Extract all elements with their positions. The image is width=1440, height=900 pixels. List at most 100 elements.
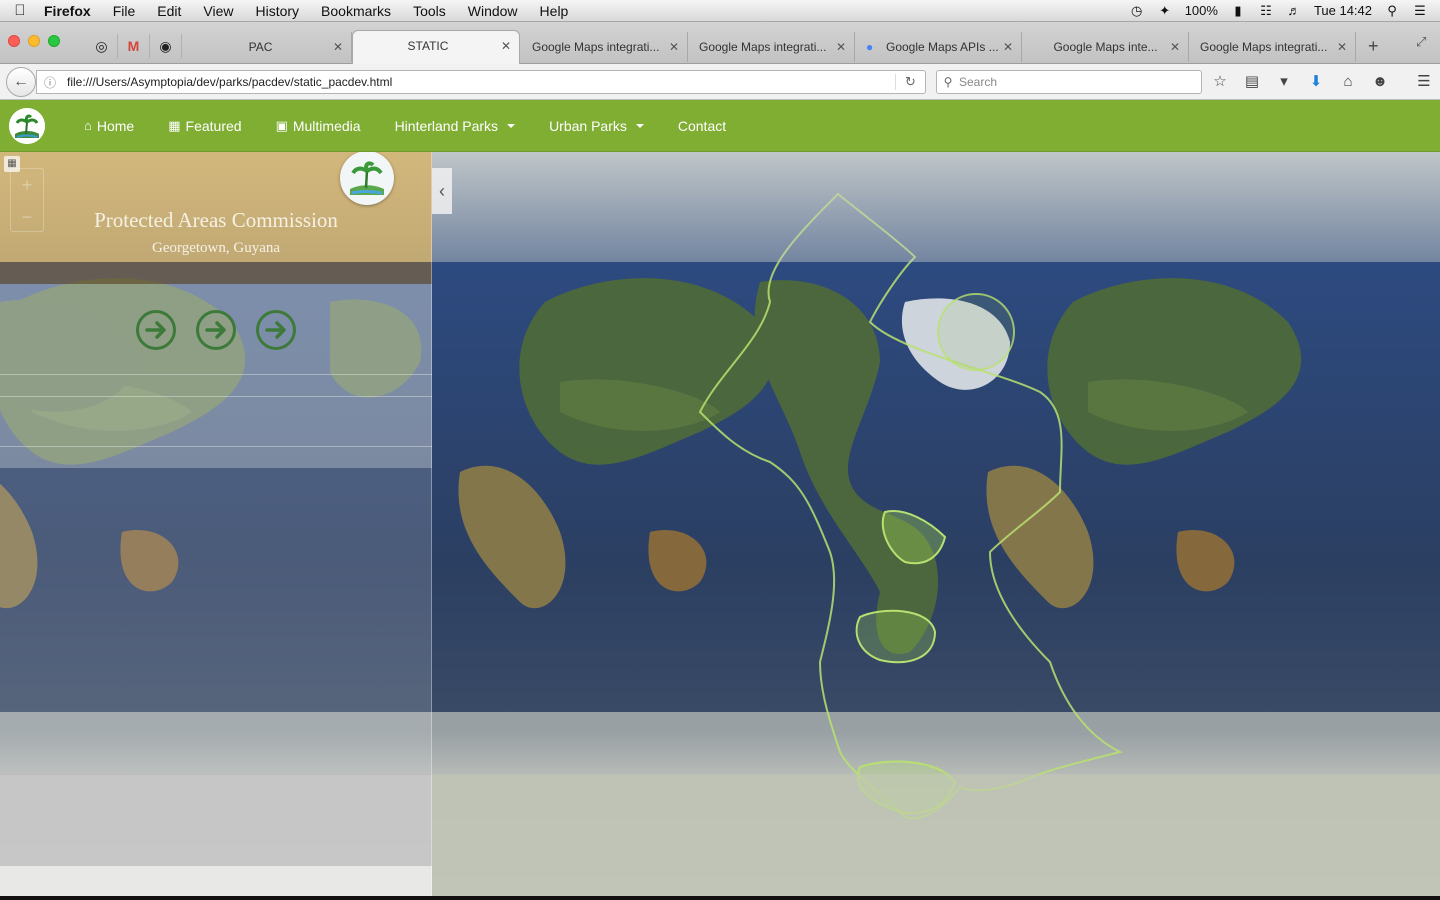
site-logo[interactable]: [9, 107, 45, 144]
menu-file[interactable]: File: [102, 0, 147, 22]
sidebar-subtitle: Georgetown, Guyana: [151, 240, 281, 256]
zoom-window-button[interactable]: [48, 35, 60, 47]
map-overlay-top: [432, 152, 1440, 262]
bluetooth-icon[interactable]: ✦: [1157, 3, 1173, 19]
tab-static[interactable]: STATIC ✕: [352, 30, 520, 64]
clock[interactable]: Tue 14:42: [1314, 3, 1372, 18]
bookmark-star-icon[interactable]: ☆: [1208, 71, 1232, 93]
reload-icon[interactable]: ↻: [895, 74, 925, 90]
menu-window[interactable]: Window: [457, 0, 529, 22]
tab-label: STATIC: [407, 39, 449, 53]
nav-contact[interactable]: Contact: [661, 100, 743, 152]
site-info-icon[interactable]: ⓘ: [37, 74, 63, 91]
tab-label: Google Maps integrati...: [532, 40, 660, 54]
hello-chat-icon[interactable]: ☻: [1368, 71, 1392, 93]
nav-urban-parks[interactable]: Urban Parks: [532, 100, 661, 152]
window-controls: [8, 35, 60, 47]
map-overlay-bottom: [432, 774, 1440, 896]
toolbar-icons: ☆ ▤ ▾ ⬇ ⌂ ☻ ☰: [1208, 71, 1436, 93]
home-icon: ⌂: [84, 118, 92, 133]
sidebar-divider: [0, 446, 432, 447]
tab-label: Google Maps integrati...: [1200, 40, 1328, 54]
menu-help[interactable]: Help: [529, 0, 580, 22]
tab-google-maps-3[interactable]: Google Maps inte... ✕: [1023, 32, 1189, 62]
menu-view[interactable]: View: [192, 0, 244, 22]
sidebar-title: Protected Areas Commission: [94, 208, 338, 232]
menu-edit[interactable]: Edit: [146, 0, 192, 22]
chevron-left-icon: ‹: [439, 180, 445, 201]
minimize-window-button[interactable]: [28, 35, 40, 47]
wifi-icon[interactable]: ☷: [1258, 3, 1274, 19]
close-tab-icon[interactable]: ✕: [1170, 32, 1180, 62]
menu-tools[interactable]: Tools: [402, 0, 457, 22]
menu-history[interactable]: History: [244, 0, 310, 22]
window-bottom-edge: [0, 896, 1440, 900]
arrow-right-icon: [145, 321, 166, 339]
reading-list-icon[interactable]: ▤: [1240, 71, 1264, 93]
nav-urban-label: Urban Parks: [549, 117, 627, 134]
search-input[interactable]: ⚲ Search: [936, 70, 1202, 94]
close-tab-icon[interactable]: ✕: [1003, 32, 1013, 62]
pinned-tabs: ◎ M ◉: [86, 34, 182, 58]
volume-icon[interactable]: ♬: [1286, 3, 1302, 18]
sidebar-panel: + − ▦ Protected Areas Commission Georget…: [0, 151, 432, 896]
menu-bookmarks[interactable]: Bookmarks: [310, 0, 402, 22]
film-icon: ▦: [168, 117, 181, 133]
pinned-tab-globe-icon[interactable]: ◎: [86, 34, 118, 58]
url-text[interactable]: file:///Users/Asymptopia/dev/parks/pacde…: [63, 75, 895, 89]
battery-icon[interactable]: ▮: [1230, 3, 1246, 19]
tab-label: Google Maps APIs ...: [886, 40, 999, 54]
site-navbar: ⌂ Home ▦ Featured ▣ Multimedia Hinterlan…: [0, 100, 1440, 152]
pinned-tab-github-icon[interactable]: ◉: [150, 34, 182, 58]
sidebar-footer-bar: [0, 866, 432, 896]
tab-google-maps-1[interactable]: Google Maps integrati... ✕: [522, 32, 688, 62]
close-tab-icon[interactable]: ✕: [1337, 32, 1347, 62]
close-tab-icon[interactable]: ✕: [669, 32, 679, 62]
browser-toolbar: ← ⓘ file:///Users/Asymptopia/dev/parks/p…: [0, 64, 1440, 100]
tab-google-maps-4[interactable]: Google Maps integrati... ✕: [1190, 32, 1356, 62]
tab-label: Google Maps integrati...: [699, 40, 827, 54]
fullscreen-icon[interactable]: ⤢: [1416, 34, 1426, 50]
apple-icon[interactable]: : [0, 2, 40, 19]
layers-icon[interactable]: ▦: [4, 156, 20, 172]
close-tab-icon[interactable]: ✕: [501, 31, 511, 61]
arrow-button-2[interactable]: [196, 310, 236, 350]
sidebar-strip: [0, 262, 432, 284]
sidebar-footer: [0, 774, 432, 866]
spotlight-icon[interactable]: ⚲: [1384, 3, 1400, 19]
pinned-tab-gmail-icon[interactable]: M: [118, 34, 150, 58]
pocket-icon[interactable]: ▾: [1272, 71, 1296, 93]
nav-multimedia[interactable]: ▣ Multimedia: [259, 100, 378, 152]
palm-tree-logo-icon: [9, 107, 45, 144]
collapse-sidebar-button[interactable]: ‹: [432, 168, 452, 214]
close-tab-icon[interactable]: ✕: [333, 32, 343, 62]
battery-percent: 100%: [1184, 3, 1218, 18]
time-machine-icon[interactable]: ◷: [1129, 3, 1145, 19]
arrow-button-1[interactable]: [136, 310, 176, 350]
tab-strip: ◎ M ◉ PAC ✕ STATIC ✕ Google Maps integra…: [0, 22, 1440, 64]
nav-featured[interactable]: ▦ Featured: [151, 100, 258, 152]
tab-google-maps-apis[interactable]: ● Google Maps APIs ... ✕: [856, 32, 1022, 62]
nav-hinterland-parks[interactable]: Hinterland Parks: [378, 100, 533, 152]
download-icon[interactable]: ⬇: [1304, 71, 1328, 93]
arrow-button-3[interactable]: [256, 310, 296, 350]
back-button[interactable]: ←: [6, 67, 36, 97]
tab-google-maps-2[interactable]: Google Maps integrati... ✕: [689, 32, 855, 62]
palm-island-logo-icon: [350, 161, 384, 195]
hamburger-menu-icon[interactable]: ☰: [1412, 71, 1436, 93]
zoom-in-button[interactable]: +: [11, 169, 43, 201]
tab-label: Google Maps inte...: [1053, 40, 1158, 54]
url-bar[interactable]: ⓘ file:///Users/Asymptopia/dev/parks/pac…: [36, 70, 926, 94]
sidebar-edge: [431, 152, 432, 896]
arrow-right-icon: [265, 321, 286, 339]
google-favicon-icon: ●: [866, 40, 874, 54]
home-icon[interactable]: ⌂: [1336, 71, 1360, 93]
search-icon: ⚲: [943, 75, 953, 89]
notification-center-icon[interactable]: ☰: [1412, 3, 1428, 19]
nav-home[interactable]: ⌂ Home: [67, 100, 151, 152]
new-tab-button[interactable]: +: [1368, 36, 1379, 57]
close-window-button[interactable]: [8, 35, 20, 47]
tab-pac[interactable]: PAC ✕: [186, 32, 352, 62]
menu-app-name[interactable]: Firefox: [40, 0, 102, 22]
close-tab-icon[interactable]: ✕: [836, 32, 846, 62]
